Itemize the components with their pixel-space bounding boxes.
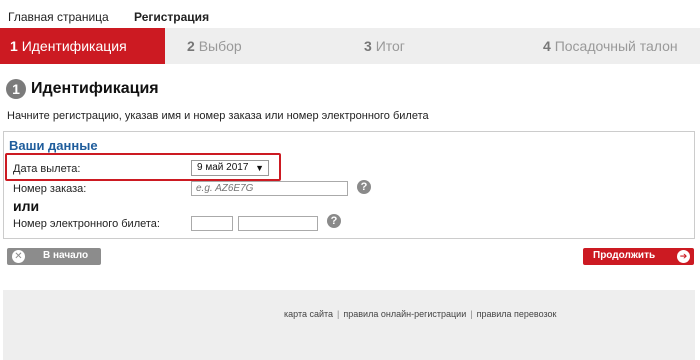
step-summary: 3 Итог [364,28,405,64]
back-to-start-button[interactable]: ✕ В начало [7,248,101,265]
footer-link-sitemap[interactable]: карта сайта [284,309,333,319]
nav-registration-link[interactable]: Регистрация [134,10,209,24]
step-number: 1 [10,38,18,54]
or-separator: или [13,198,40,214]
date-label: Дата вылета: [13,163,81,175]
departure-date-select[interactable]: 9 май 2017 ▼ [191,160,269,176]
footer-link-carriage-rules[interactable]: правила перевозок [477,309,557,319]
departure-date-value: 9 май 2017 [197,162,249,173]
dropdown-arrow-icon: ▼ [255,163,264,173]
step-boarding-pass: 4 Посадочный талон [543,28,678,64]
steps-bar: 1 Идентификация 2 Выбор 3 Итог 4 Посадоч… [0,28,700,64]
top-navigation: Главная страница Регистрация [0,0,700,28]
help-icon[interactable]: ? [327,214,341,228]
back-button-label: В начало [43,250,89,261]
help-icon[interactable]: ? [357,180,371,194]
close-icon: ✕ [12,250,25,263]
arrow-right-icon: ➔ [677,250,690,263]
ticket-number-label: Номер электронного билета: [13,218,160,230]
step-number: 3 [364,38,372,54]
continue-button[interactable]: Продолжить ➔ [583,248,694,265]
step-number-badge: 1 [6,79,26,99]
order-number-input[interactable] [191,181,348,196]
ticket-number-input[interactable] [238,216,318,231]
continue-button-label: Продолжить [593,250,656,261]
footer-separator: | [337,309,340,319]
order-number-label: Номер заказа: [13,183,87,195]
step-label: Посадочный талон [554,38,678,54]
page-title: Идентификация [31,80,159,97]
footer-links: карта сайта | правила онлайн-регистрации | п… [284,309,556,319]
nav-home-link[interactable]: Главная страница [8,10,109,24]
intro-text: Начните регистрацию, указав имя и номер … [7,110,429,122]
step-label: Выбор [198,38,242,54]
footer-separator: | [470,309,473,319]
footer-link-online-checkin-rules[interactable]: правила онлайн-регистрации [343,309,466,319]
step-label: Идентификация [21,38,127,54]
step-choice: 2 Выбор [187,28,242,64]
panel-title: Ваши данные [9,138,98,153]
step-identification: 1 Идентификация [0,28,165,64]
step-number: 4 [543,38,551,54]
footer [3,290,695,360]
step-label: Итог [375,38,405,54]
ticket-prefix-input[interactable] [191,216,233,231]
step-number: 2 [187,38,195,54]
